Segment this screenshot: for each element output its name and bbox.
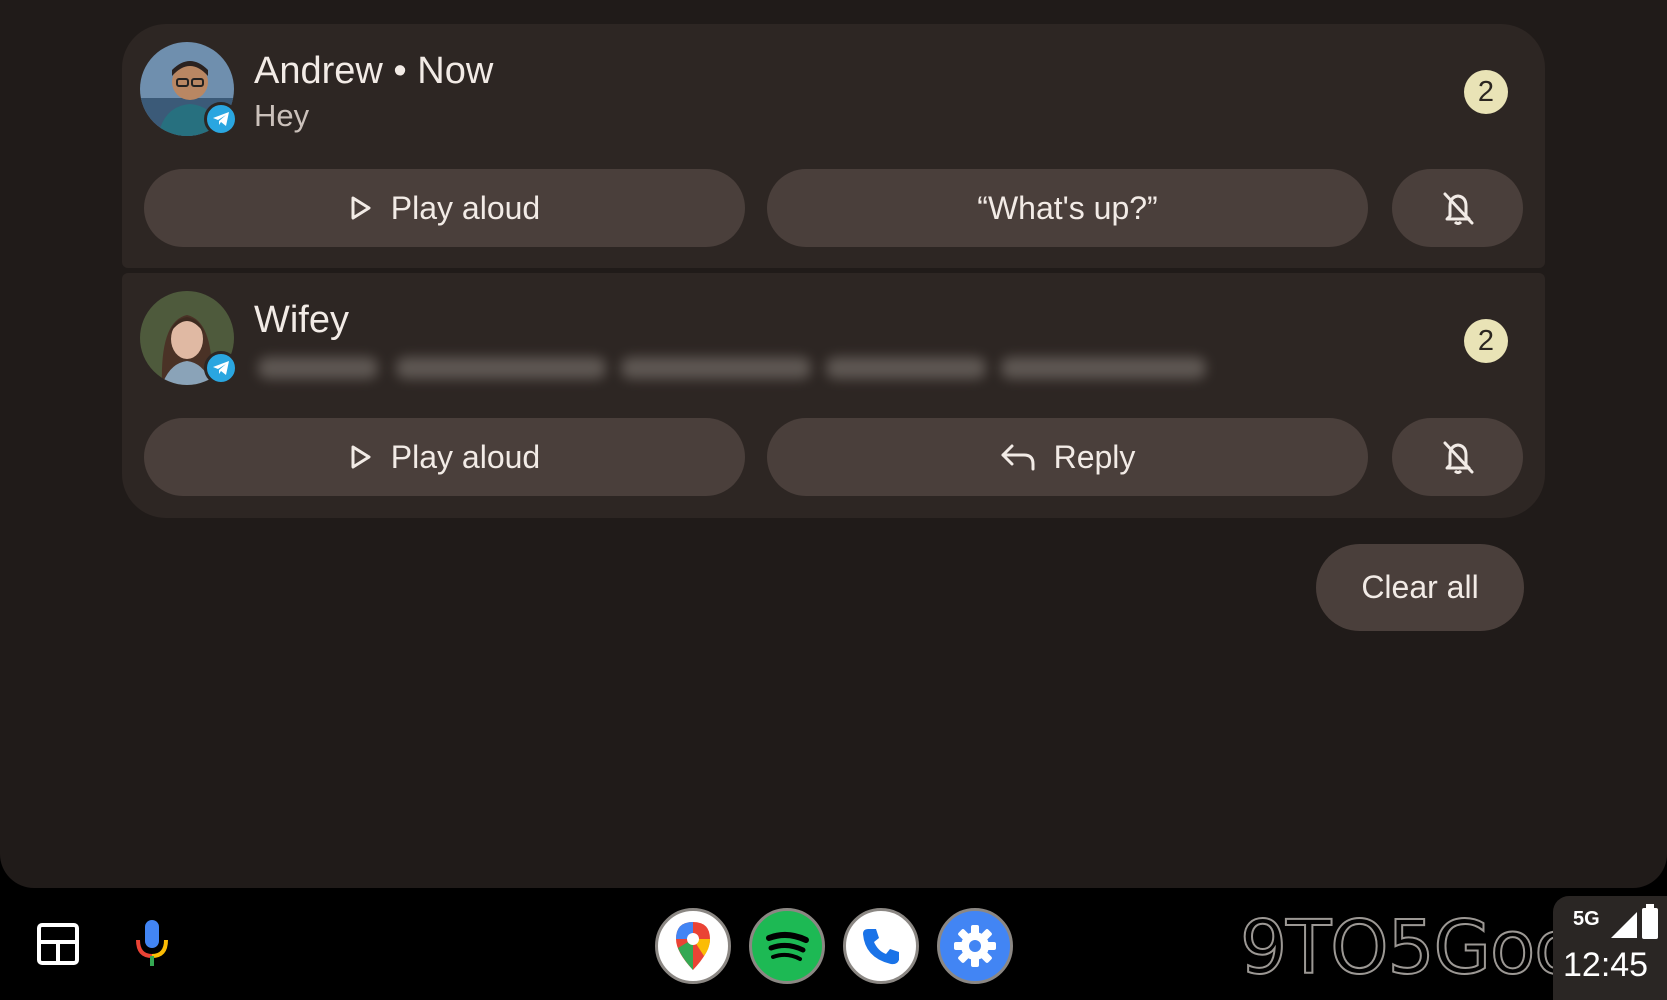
unread-count-badge: 2	[1464, 70, 1508, 114]
telegram-icon	[204, 102, 238, 136]
sender-name: Andrew • Now	[254, 50, 494, 92]
maps-icon	[676, 922, 710, 970]
quick-reply-button[interactable]: “What's up?”	[767, 169, 1368, 247]
settings-app-button[interactable]	[937, 908, 1013, 984]
telegram-icon	[204, 351, 238, 385]
blurred-message-preview	[246, 347, 1216, 389]
notification-card-wifey[interactable]: Wifey 2 Play aloud Reply	[122, 273, 1545, 518]
reply-button[interactable]: Reply	[767, 418, 1368, 496]
avatar-wifey	[140, 291, 238, 385]
quick-reply-label: “What's up?”	[977, 189, 1158, 226]
bell-off-icon	[1443, 192, 1473, 225]
reply-icon	[1001, 444, 1035, 471]
message-preview: Hey	[254, 98, 310, 133]
notification-screen: Andrew • Now Hey 2 Play aloud “What's up…	[0, 0, 1667, 888]
spotify-icon	[766, 932, 809, 961]
bell-off-icon	[1443, 441, 1473, 474]
sender-name: Wifey	[254, 299, 349, 341]
play-aloud-label: Play aloud	[390, 189, 541, 226]
maps-app-button[interactable]	[655, 908, 731, 984]
play-aloud-button[interactable]: Play aloud	[144, 418, 745, 496]
phone-icon	[863, 929, 899, 965]
play-icon	[351, 196, 371, 220]
unread-count-badge: 2	[1464, 319, 1508, 363]
network-label: 5G	[1573, 908, 1600, 930]
spotify-app-button[interactable]	[749, 908, 825, 984]
mute-button[interactable]	[1392, 169, 1523, 247]
play-icon	[351, 445, 371, 469]
phone-app-button[interactable]	[843, 908, 919, 984]
clear-all-button[interactable]: Clear all	[1316, 544, 1524, 631]
settings-icon	[954, 925, 996, 967]
clock: 12:45	[1563, 946, 1649, 984]
signal-icon	[1611, 912, 1637, 938]
notification-card-andrew[interactable]: Andrew • Now Hey 2 Play aloud “What's up…	[122, 24, 1545, 268]
reply-label: Reply	[1053, 438, 1136, 475]
dashboard-icon[interactable]	[36, 922, 80, 971]
play-aloud-label: Play aloud	[390, 438, 541, 475]
microphone-icon[interactable]	[132, 918, 172, 975]
battery-icon	[1642, 904, 1658, 939]
mute-button[interactable]	[1392, 418, 1523, 496]
avatar-andrew	[140, 42, 238, 136]
play-aloud-button[interactable]: Play aloud	[144, 169, 745, 247]
status-area: 5G 12:45	[1553, 896, 1667, 1000]
